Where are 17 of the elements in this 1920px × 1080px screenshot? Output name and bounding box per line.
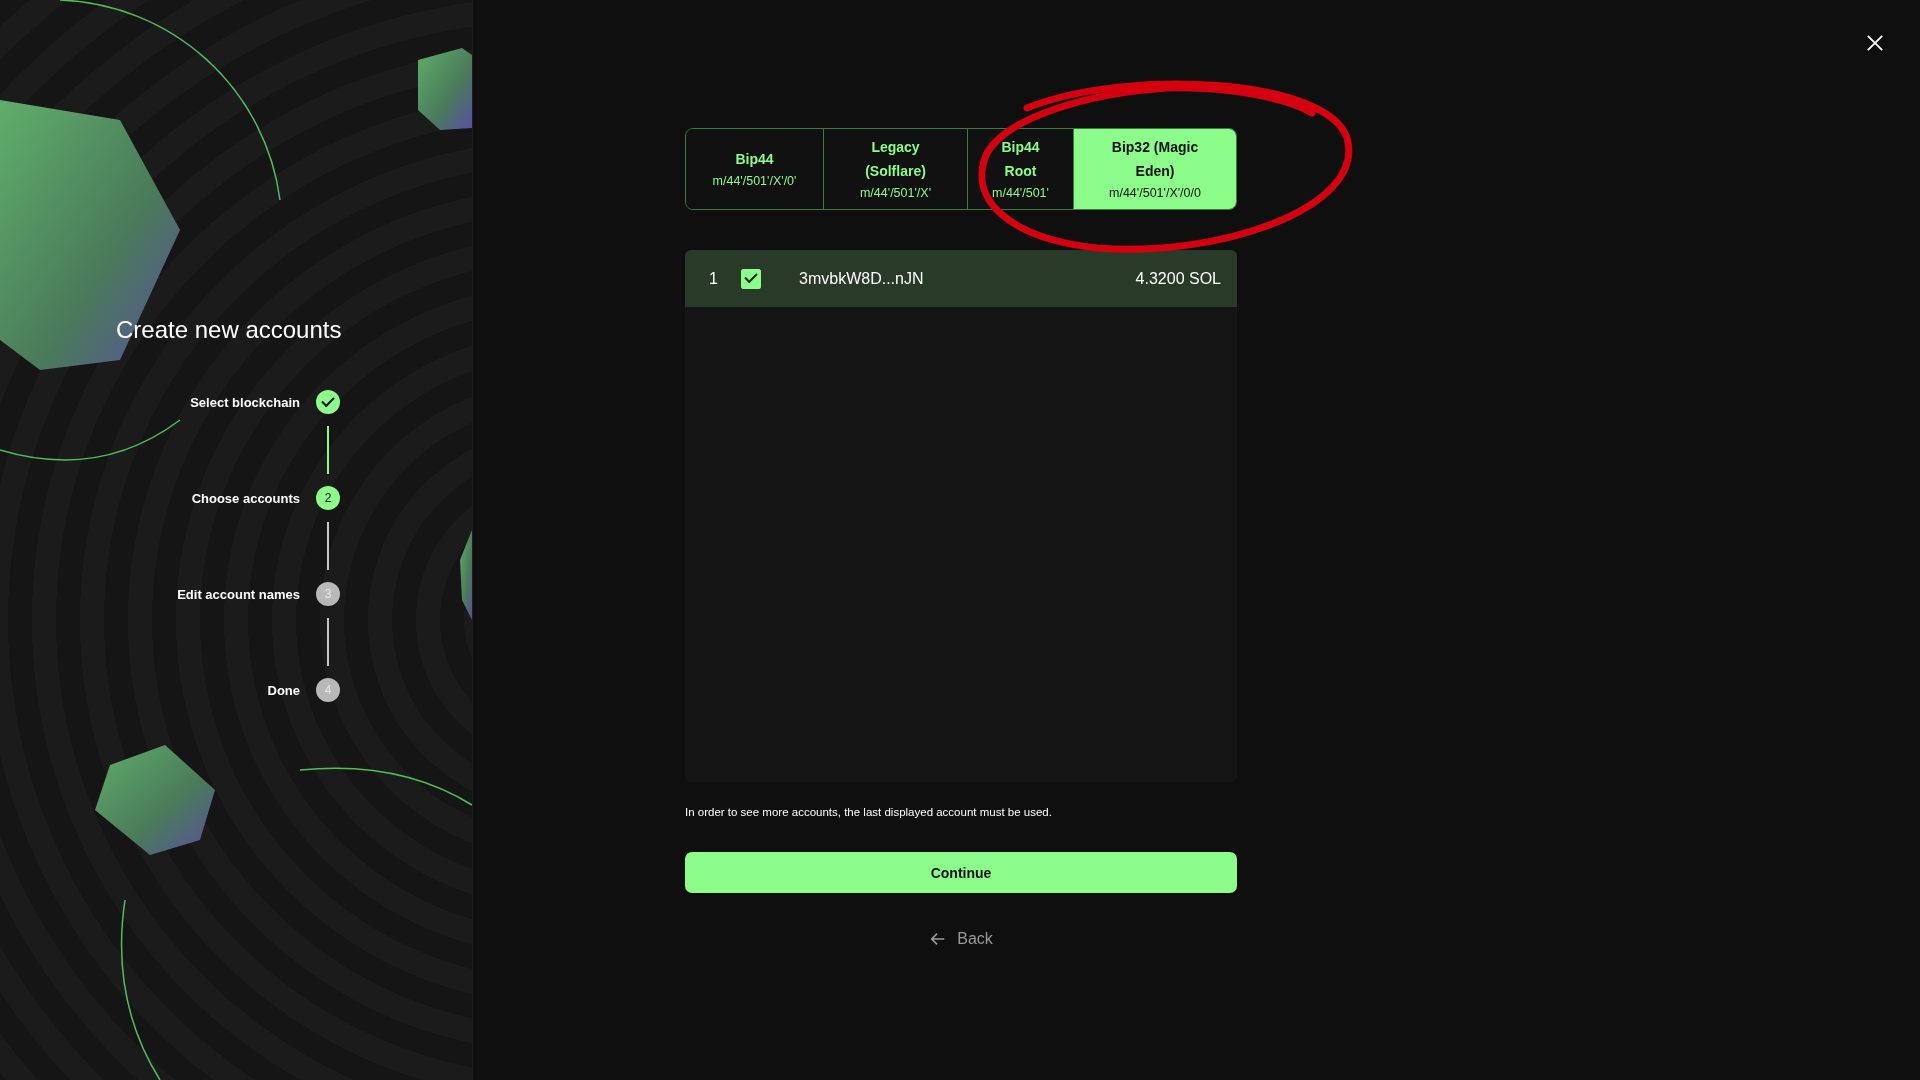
account-index: 1 — [709, 269, 719, 288]
step-label: Edit account names — [177, 586, 300, 602]
page-title: Create new accounts — [116, 316, 342, 344]
step-label: Select blockchain — [190, 394, 300, 410]
step-label: Done — [267, 682, 300, 698]
account-checkbox[interactable] — [741, 268, 761, 289]
info-note: In order to see more accounts, the last displayed account must be used. — [685, 806, 1053, 818]
account-balance: 4.3200 SOL — [1135, 269, 1221, 288]
step-label: Choose accounts — [191, 490, 300, 506]
account-address: 3mvbkW8D...nJN — [799, 269, 925, 288]
derivation-tab[interactable]: Bip44 m/44'/501'/X'/0' — [686, 129, 824, 209]
back-label[interactable]: Back — [957, 930, 993, 948]
step-number: 2 — [316, 486, 340, 510]
back-link[interactable]: Back — [923, 929, 999, 949]
close-button[interactable] — [1866, 34, 1884, 52]
continue-button[interactable]: Continue — [685, 852, 1237, 893]
derivation-tab[interactable]: Bip32 (Magic Eden) m/44'/501'/X'/0/0 — [1074, 129, 1236, 209]
